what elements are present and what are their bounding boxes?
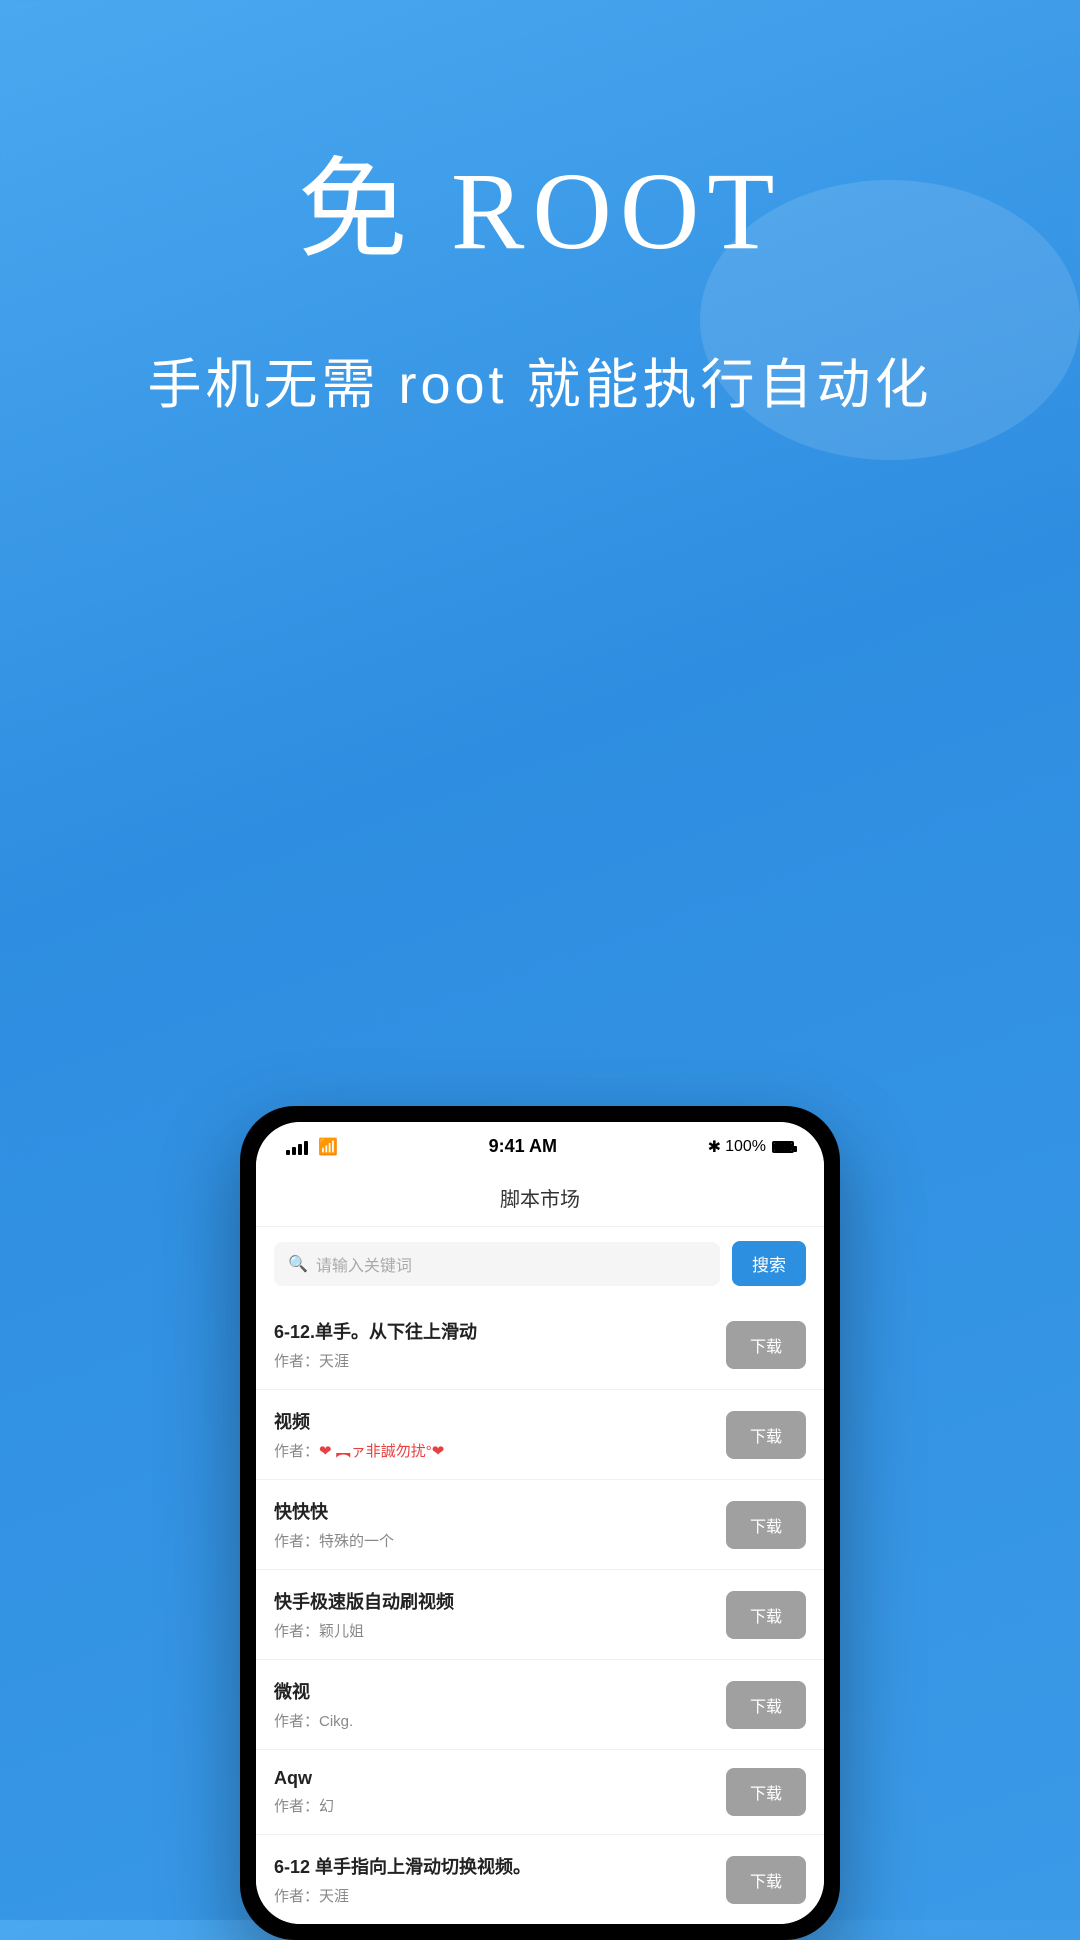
- list-item: 6-12.单手。从下往上滑动 作者：天涯 下载: [256, 1300, 824, 1390]
- download-button[interactable]: 下载: [726, 1856, 806, 1904]
- phone-frame: 📶 9:41 AM ✱ 100% 脚本市场 🔍 请输入关键词: [240, 1106, 840, 1940]
- script-author: 作者：颖儿姐: [274, 1620, 726, 1641]
- script-name: Aqw: [274, 1768, 726, 1789]
- battery-icon: [772, 1141, 794, 1153]
- signal-bar-3: [298, 1144, 302, 1155]
- status-bar: 📶 9:41 AM ✱ 100%: [256, 1122, 824, 1167]
- status-right: ✱ 100%: [708, 1137, 794, 1157]
- battery-percent: 100%: [725, 1138, 766, 1156]
- hero-title: 免 ROOT: [0, 120, 1080, 280]
- list-item: 快快快 作者：特殊的一个 下载: [256, 1480, 824, 1570]
- list-item: 快手极速版自动刷视频 作者：颖儿姐 下载: [256, 1570, 824, 1660]
- list-item: 6-12 单手指向上滑动切换视频。 作者：天涯 下载: [256, 1835, 824, 1924]
- download-button[interactable]: 下载: [726, 1591, 806, 1639]
- signal-bars-icon: [286, 1139, 308, 1155]
- script-name: 微视: [274, 1678, 726, 1704]
- script-name: 快手极速版自动刷视频: [274, 1588, 726, 1614]
- list-item: 视频 作者：❤ ︻ァ非誠勿扰°❤ 下载: [256, 1390, 824, 1480]
- script-info: 视频 作者：❤ ︻ァ非誠勿扰°❤: [274, 1408, 726, 1461]
- script-info: 6-12.单手。从下往上滑动 作者：天涯: [274, 1318, 726, 1371]
- script-author: 作者：幻: [274, 1795, 726, 1816]
- phone-screen: 📶 9:41 AM ✱ 100% 脚本市场 🔍 请输入关键词: [256, 1122, 824, 1924]
- script-author: 作者：Cikg.: [274, 1710, 726, 1731]
- wifi-icon: 📶: [318, 1137, 338, 1157]
- app-header-title: 脚本市场: [256, 1167, 824, 1227]
- script-author: 作者：❤ ︻ァ非誠勿扰°❤: [274, 1440, 726, 1461]
- hero-section: 免 ROOT 手机无需 root 就能执行自动化: [0, 0, 1080, 479]
- download-button[interactable]: 下载: [726, 1768, 806, 1816]
- signal-bar-1: [286, 1150, 290, 1155]
- script-name: 6-12.单手。从下往上滑动: [274, 1318, 726, 1344]
- download-button[interactable]: 下载: [726, 1411, 806, 1459]
- script-info: 快快快 作者：特殊的一个: [274, 1498, 726, 1551]
- script-author: 作者：天涯: [274, 1885, 726, 1906]
- status-time: 9:41 AM: [489, 1136, 557, 1157]
- download-button[interactable]: 下载: [726, 1681, 806, 1729]
- script-info: 微视 作者：Cikg.: [274, 1678, 726, 1731]
- script-info: 快手极速版自动刷视频 作者：颖儿姐: [274, 1588, 726, 1641]
- script-name: 视频: [274, 1408, 726, 1434]
- search-placeholder: 请输入关键词: [316, 1252, 412, 1276]
- script-author: 作者：天涯: [274, 1350, 726, 1371]
- list-item: 微视 作者：Cikg. 下载: [256, 1660, 824, 1750]
- script-name: 6-12 单手指向上滑动切换视频。: [274, 1853, 726, 1879]
- author-emoji: ❤ ︻ァ非誠勿扰°❤: [319, 1443, 444, 1460]
- script-name: 快快快: [274, 1498, 726, 1524]
- script-info: 6-12 单手指向上滑动切换视频。 作者：天涯: [274, 1853, 726, 1906]
- signal-bar-4: [304, 1141, 308, 1155]
- download-button[interactable]: 下载: [726, 1501, 806, 1549]
- signal-bar-2: [292, 1147, 296, 1155]
- search-icon: 🔍: [288, 1254, 308, 1274]
- script-info: Aqw 作者：幻: [274, 1768, 726, 1816]
- status-left: 📶: [286, 1137, 338, 1157]
- hero-subtitle: 手机无需 root 就能执行自动化: [0, 340, 1080, 419]
- search-bar: 🔍 请输入关键词 搜索: [256, 1227, 824, 1300]
- download-button[interactable]: 下载: [726, 1321, 806, 1369]
- list-item: Aqw 作者：幻 下载: [256, 1750, 824, 1835]
- script-author: 作者：特殊的一个: [274, 1530, 726, 1551]
- phone-container: 📶 9:41 AM ✱ 100% 脚本市场 🔍 请输入关键词: [240, 1106, 840, 1940]
- script-list: 6-12.单手。从下往上滑动 作者：天涯 下载 视频 作者：❤ ︻ァ非誠勿扰°❤…: [256, 1300, 824, 1924]
- search-button[interactable]: 搜索: [732, 1241, 806, 1286]
- search-input-wrap[interactable]: 🔍 请输入关键词: [274, 1242, 720, 1286]
- bluetooth-icon: ✱: [708, 1137, 721, 1157]
